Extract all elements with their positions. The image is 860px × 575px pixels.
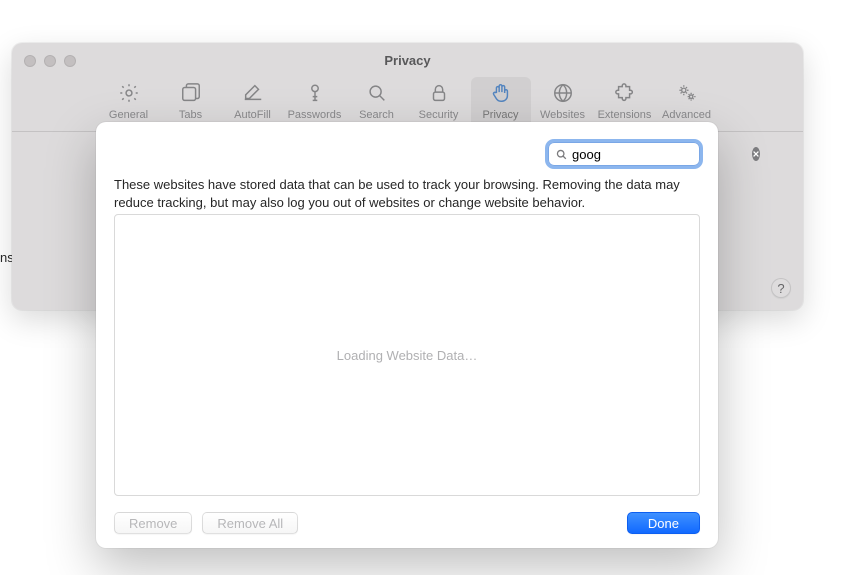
tab-label: Search — [359, 109, 394, 121]
help-button[interactable]: ? — [771, 278, 791, 298]
remove-button[interactable]: Remove — [114, 512, 192, 534]
gears-icon — [676, 81, 698, 105]
window-title: Privacy — [12, 53, 803, 68]
magnifier-icon — [366, 81, 388, 105]
remove-all-button[interactable]: Remove All — [202, 512, 298, 534]
tab-label: AutoFill — [234, 109, 271, 121]
sheet-description: These websites have stored data that can… — [114, 176, 700, 211]
clear-search-button[interactable] — [752, 147, 760, 161]
search-field-wrapper — [548, 142, 700, 166]
sheet-button-row: Remove Remove All Done — [114, 512, 700, 534]
website-data-list[interactable]: Loading Website Data… — [114, 214, 700, 496]
lock-icon — [428, 81, 450, 105]
gear-icon — [118, 81, 140, 105]
loading-text: Loading Website Data… — [337, 348, 478, 363]
pencil-icon — [242, 81, 264, 105]
puzzle-icon — [614, 81, 636, 105]
search-icon — [555, 148, 568, 161]
tab-label: General — [109, 109, 148, 121]
tab-label: Tabs — [179, 109, 202, 121]
tab-label: Advanced — [662, 109, 711, 121]
tab-label: Security — [419, 109, 459, 121]
tab-label: Privacy — [482, 109, 518, 121]
tab-label: Extensions — [598, 109, 652, 121]
done-button[interactable]: Done — [627, 512, 700, 534]
globe-icon — [552, 81, 574, 105]
tab-label: Websites — [540, 109, 585, 121]
search-input[interactable] — [568, 147, 752, 162]
website-data-sheet: These websites have stored data that can… — [96, 122, 718, 548]
hand-icon — [490, 81, 512, 105]
tab-label: Passwords — [288, 109, 342, 121]
key-icon — [304, 81, 326, 105]
tabs-icon — [180, 81, 202, 105]
